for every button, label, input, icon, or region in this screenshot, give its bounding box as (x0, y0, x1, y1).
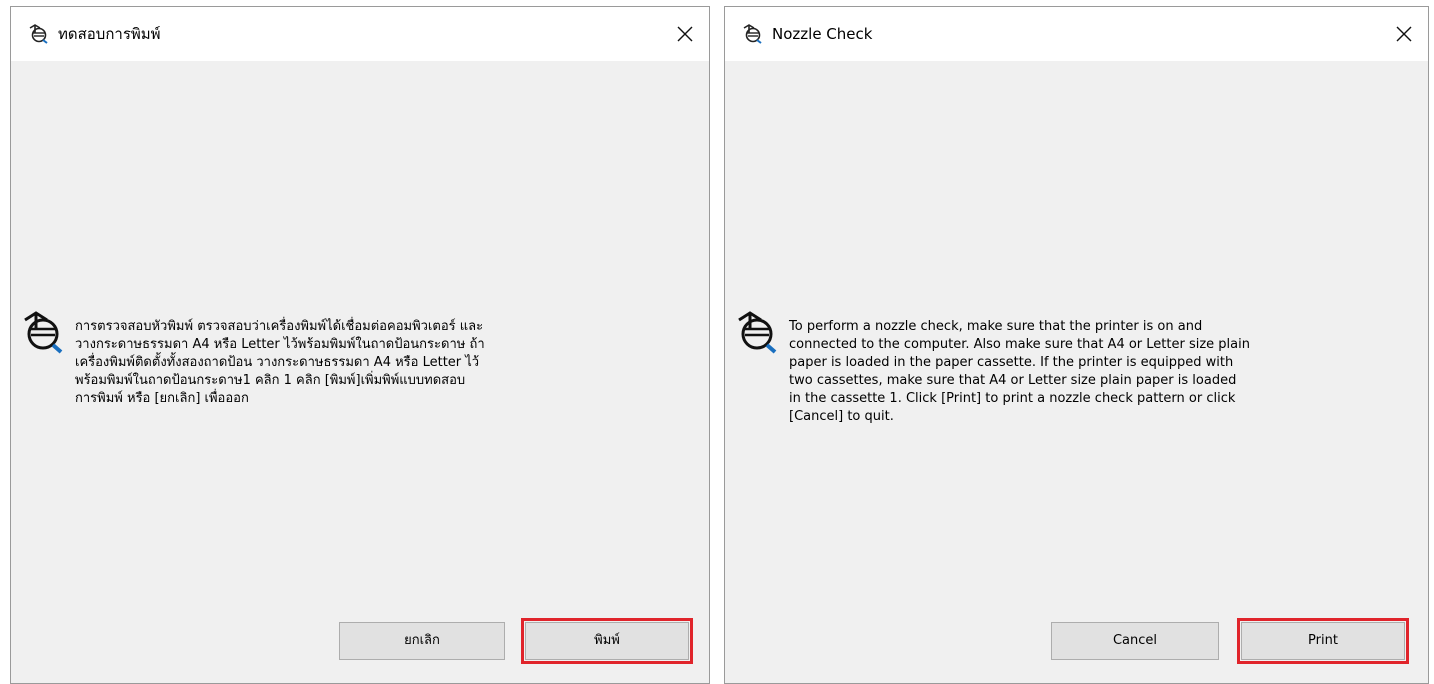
printer-app-icon (29, 24, 48, 44)
dialog-body: การตรวจสอบหัวพิมพ์ ตรวจสอบว่าเครื่องพิมพ… (11, 61, 709, 683)
title-bar: Nozzle Check (725, 7, 1428, 61)
message-line: two cassettes, make sure that A4 or Lett… (789, 373, 1237, 388)
instruction-message: การตรวจสอบหัวพิมพ์ ตรวจสอบว่าเครื่องพิมพ… (75, 318, 675, 408)
print-button[interactable]: พิมพ์ (521, 618, 693, 664)
nozzle-check-dialog-english: Nozzle Check To perform a nozzle check, … (724, 6, 1429, 684)
message-line: To perform a nozzle check, make sure tha… (789, 319, 1203, 334)
dialog-body: To perform a nozzle check, make sure tha… (725, 61, 1428, 683)
message-line: connected to the computer. Also make sur… (789, 337, 1250, 352)
cancel-button[interactable]: ยกเลิก (339, 622, 505, 660)
title-bar: ทดสอบการพิมพ์ (11, 7, 709, 61)
nozzle-check-info-icon (24, 311, 63, 354)
screenshot: ทดสอบการพิมพ์ การตรวจสอบหัวพิมพ์ ตรวจสอบ… (0, 0, 1434, 684)
message-line: paper is loaded in the paper cassette. I… (789, 355, 1234, 370)
message-line: เครื่องพิมพ์ติดตั้งทั้งสองถาดป้อน วางกระ… (75, 355, 480, 370)
message-line: [Cancel] to quit. (789, 409, 894, 424)
dialog-title: ทดสอบการพิมพ์ (58, 25, 161, 43)
printer-app-icon (743, 24, 762, 44)
nozzle-check-info-icon (738, 311, 777, 354)
message-line: การตรวจสอบหัวพิมพ์ ตรวจสอบว่าเครื่องพิมพ… (75, 319, 484, 334)
message-line: การพิมพ์ หรือ [ยกเลิก] เพื่อออก (75, 391, 249, 406)
cancel-button[interactable]: Cancel (1051, 622, 1219, 660)
message-line: พร้อมพิมพ์ในถาดป้อนกระดาษ1 คลิก 1 คลิก [… (75, 373, 466, 388)
message-line: in the cassette 1. Click [Print] to prin… (789, 391, 1236, 406)
instruction-message: To perform a nozzle check, make sure tha… (789, 318, 1389, 426)
nozzle-check-dialog-thai: ทดสอบการพิมพ์ การตรวจสอบหัวพิมพ์ ตรวจสอบ… (10, 6, 710, 684)
message-line: วางกระดาษธรรมดา A4 หรือ Letter ไว้พร้อมพ… (75, 337, 485, 352)
close-icon[interactable] (673, 22, 697, 46)
close-icon[interactable] (1392, 22, 1416, 46)
print-button[interactable]: Print (1237, 618, 1409, 664)
dialog-title: Nozzle Check (772, 25, 873, 43)
